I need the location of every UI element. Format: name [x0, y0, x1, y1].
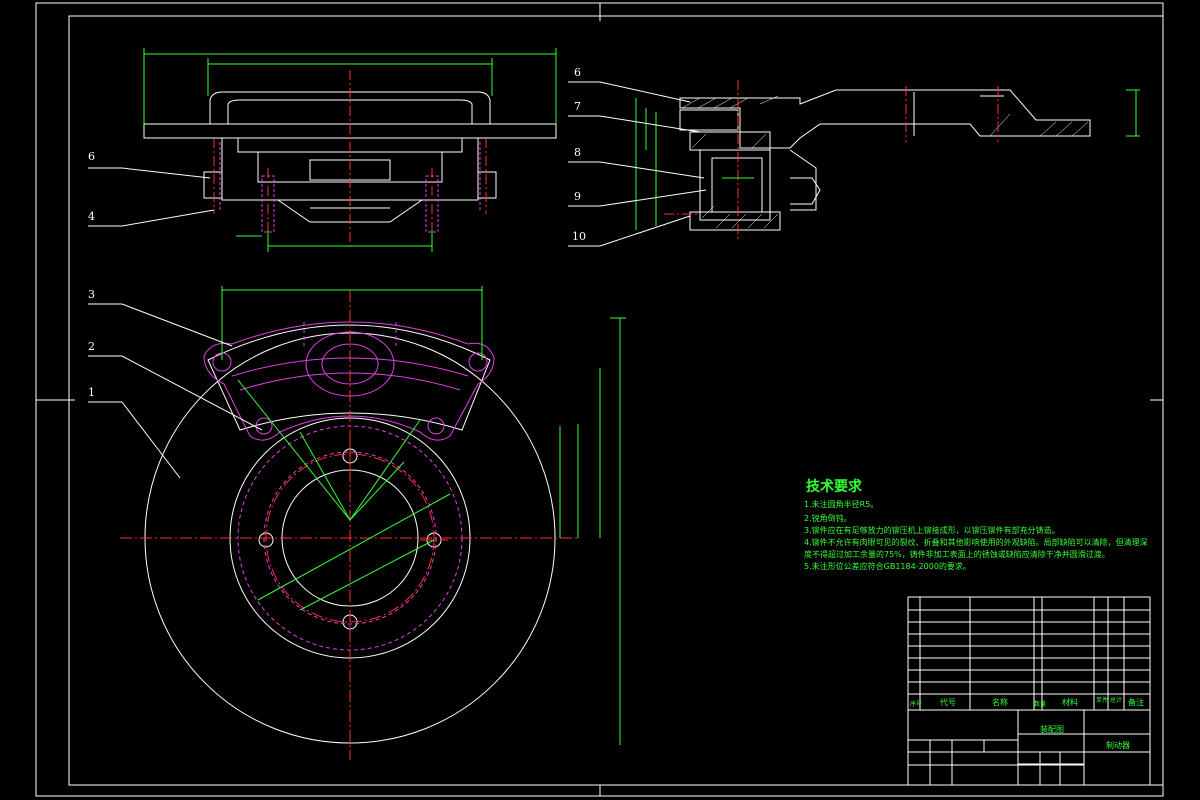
tech-requirement-line: 1.未注圆角半径R5。 [804, 500, 879, 509]
callout-plan-1: 1 [88, 386, 95, 399]
bom-header-qty: 数量 [1034, 701, 1047, 708]
callout-section-6: 6 [574, 66, 581, 79]
callout-section-10: 10 [572, 230, 586, 243]
bom-header-material: 材料 [1062, 698, 1078, 707]
bom-header-unit: 单件 [1096, 697, 1109, 704]
callout-front-6: 6 [88, 150, 95, 163]
callout-plan-2: 2 [88, 340, 95, 353]
callout-section-8: 8 [574, 146, 581, 159]
leader-lines [88, 81, 707, 479]
callout-plan-3: 3 [88, 288, 95, 301]
callout-section-9: 9 [574, 190, 581, 203]
bom-header-code: 代号 [940, 698, 956, 707]
drawing-name: 制动器 [1106, 741, 1130, 750]
plan-view [120, 286, 626, 760]
drawing-canvas [35, 2, 1164, 797]
front-view [143, 48, 557, 252]
section-view [635, 80, 1140, 240]
tech-requirement-line: 3.铆件应在有足够放力的铆压机上铆接成形，以铆压铆件有部充分铸造。 [804, 526, 1060, 535]
bom-header-name: 名称 [992, 698, 1008, 707]
callout-front-4: 4 [88, 210, 95, 223]
callout-section-7: 7 [574, 100, 581, 113]
bom-header-remark: 备注 [1128, 698, 1144, 707]
bom-header-index: 序号 [910, 701, 923, 708]
title-block [907, 596, 1151, 786]
tech-requirement-line: 度不得超过加工余量的75%，铸件非加工表面上的锈蚀或缺陷应清除干净并圆滑过渡。 [804, 550, 1110, 559]
bom-header-total: 总计 [1110, 697, 1123, 704]
tech-requirement-line: 2.锐角倒钝。 [804, 514, 852, 523]
tech-requirement-line: 5.未注形位公差应符合GB1184-2000的要求。 [804, 562, 971, 571]
tech-requirements-title: 技术要求 [806, 479, 862, 495]
tech-requirement-line: 4.铆件不允许有肉眼可见的裂纹、折叠和其他影响使用的外观缺陷。局部缺陷可以清除，… [804, 538, 1148, 547]
assembly-label: 装配图 [1040, 725, 1064, 734]
